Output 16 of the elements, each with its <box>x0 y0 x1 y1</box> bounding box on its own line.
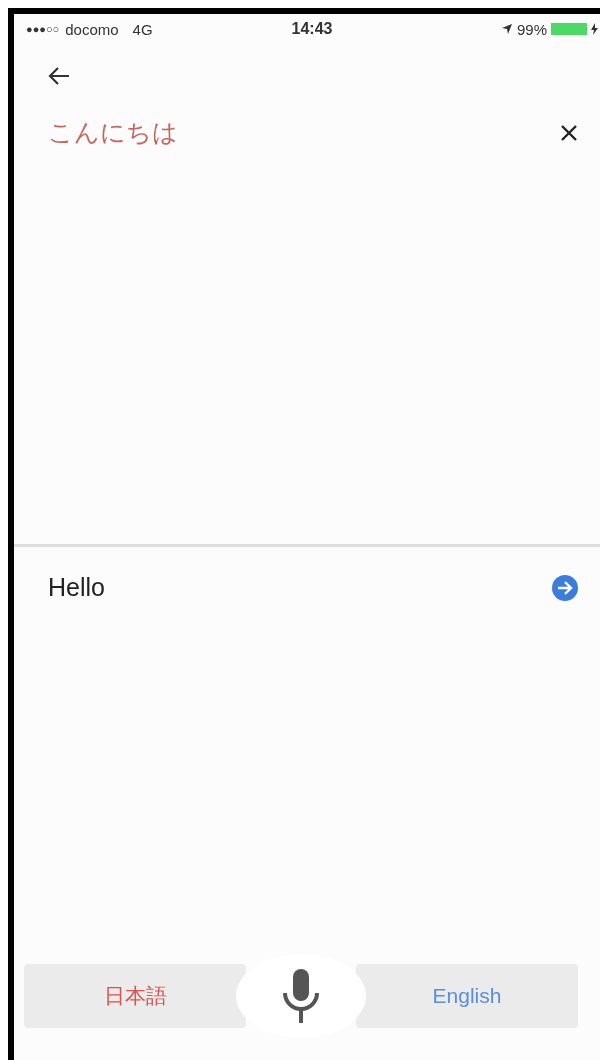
source-text: こんにちは <box>48 117 178 148</box>
location-icon <box>501 23 513 35</box>
microphone-icon <box>281 967 321 1025</box>
clock: 14:43 <box>291 20 333 37</box>
translation-text: Hello <box>48 573 105 602</box>
signal-dots: ●●●○○ <box>26 23 60 35</box>
language-button[interactable]: English <box>356 964 578 1028</box>
battery-percent: 99% <box>517 20 547 38</box>
language-button[interactable]: 日本語 <box>24 964 246 1028</box>
close-button[interactable] <box>560 123 578 142</box>
carrier: docomo <box>65 20 119 38</box>
back-button[interactable] <box>48 66 70 86</box>
battery-icon <box>551 23 587 35</box>
network-type: 4G <box>132 20 153 38</box>
go-button[interactable] <box>552 574 578 601</box>
charging-icon <box>591 23 598 35</box>
